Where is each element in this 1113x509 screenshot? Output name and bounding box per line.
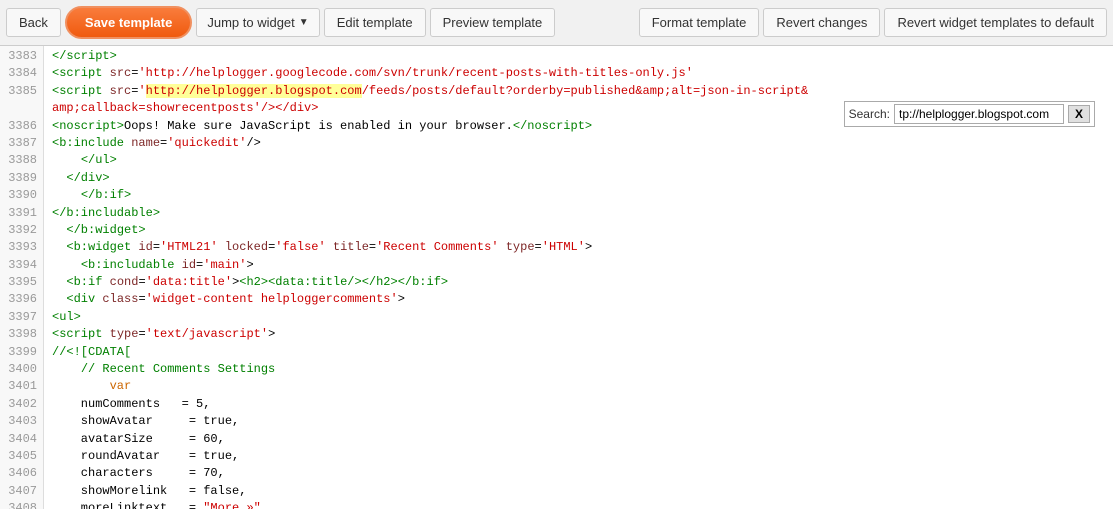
dropdown-arrow-icon: ▼ xyxy=(299,17,309,28)
search-bar: Search: X xyxy=(844,101,1095,127)
jump-to-widget-button[interactable]: Jump to widget ▼ xyxy=(196,8,319,37)
revert-changes-button[interactable]: Revert changes xyxy=(763,8,880,37)
preview-template-button[interactable]: Preview template xyxy=(430,8,556,37)
save-template-button[interactable]: Save template xyxy=(65,6,192,39)
revert-default-button[interactable]: Revert widget templates to default xyxy=(884,8,1107,37)
edit-template-button[interactable]: Edit template xyxy=(324,8,426,37)
search-close-button[interactable]: X xyxy=(1068,105,1090,123)
search-label: Search: xyxy=(849,107,890,121)
toolbar: Back Save template Jump to widget ▼ Edit… xyxy=(0,0,1113,46)
back-button[interactable]: Back xyxy=(6,8,61,37)
line-numbers: 3383338433853386338733883389339033913392… xyxy=(0,46,44,509)
format-template-button[interactable]: Format template xyxy=(639,8,760,37)
search-input[interactable] xyxy=(894,104,1064,124)
